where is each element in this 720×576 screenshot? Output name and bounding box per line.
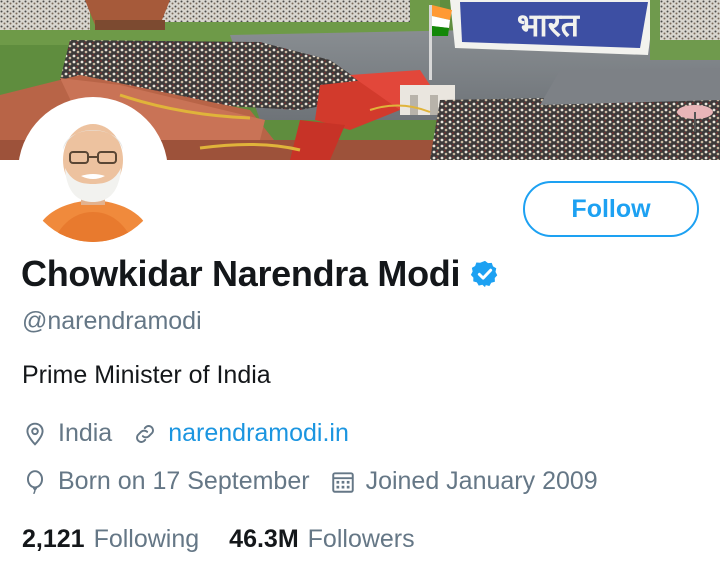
balloon-icon <box>22 469 48 495</box>
following-stat[interactable]: 2,121 Following <box>22 525 199 554</box>
followers-label: Followers <box>307 525 415 553</box>
following-label: Following <box>93 525 200 553</box>
location-item: India <box>22 419 112 448</box>
joined-item: Joined January 2009 <box>330 467 598 496</box>
profile-name-row: Chowkidar Narendra Modi <box>21 253 500 295</box>
birthday-item: Born on 17 September <box>22 467 310 496</box>
location-pin-icon <box>22 421 48 447</box>
profile-stats: 2,121 Following 46.3M Followers <box>22 525 415 554</box>
website-link[interactable]: narendramodi.in <box>168 419 349 448</box>
avatar-image <box>23 102 163 242</box>
display-name: Chowkidar Narendra Modi <box>21 253 461 294</box>
profile-meta-row-2: Born on 17 September Joined January 2009 <box>22 467 598 496</box>
birthday-text: Born on 17 September <box>58 467 310 495</box>
joined-text: Joined January 2009 <box>365 467 598 495</box>
verified-badge-icon <box>470 259 500 289</box>
link-icon <box>132 421 158 447</box>
followers-count: 46.3M <box>229 525 299 553</box>
profile-bio: Prime Minister of India <box>22 361 271 389</box>
avatar[interactable] <box>18 97 168 247</box>
following-count: 2,121 <box>22 525 85 553</box>
calendar-icon <box>330 469 356 495</box>
banner-ground-text: भारत <box>517 6 581 44</box>
website-item[interactable]: narendramodi.in <box>132 419 349 448</box>
location-text: India <box>58 419 113 447</box>
follow-button[interactable]: Follow <box>523 181 699 237</box>
profile-meta-row-1: India narendramodi.in <box>22 419 349 448</box>
profile-handle: @narendramodi <box>22 307 202 335</box>
followers-stat[interactable]: 46.3M Followers <box>229 525 414 554</box>
